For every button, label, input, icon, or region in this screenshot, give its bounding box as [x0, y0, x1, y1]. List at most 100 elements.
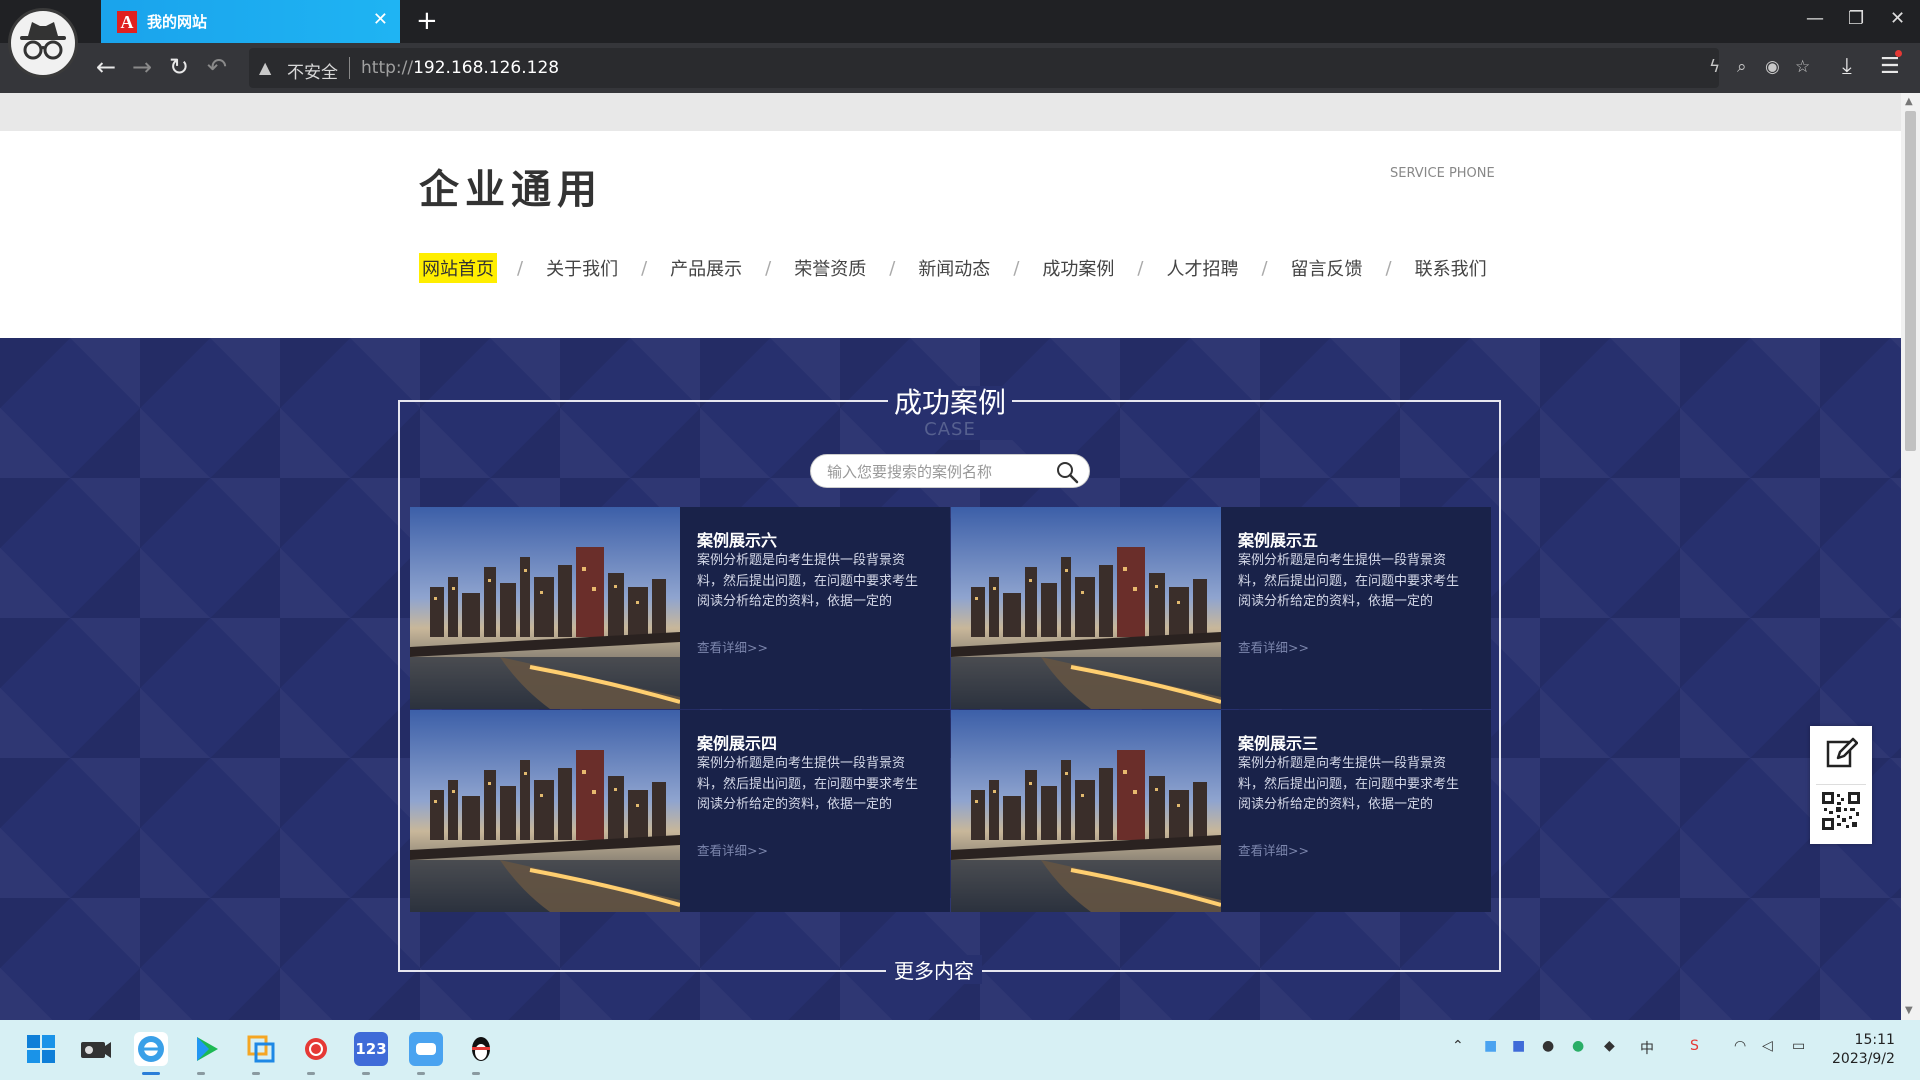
- nav-item-honors[interactable]: 荣誉资质: [791, 253, 869, 283]
- app-indicator: [417, 1072, 425, 1075]
- more-content-link[interactable]: 更多内容: [894, 959, 974, 983]
- tab-title: 我的网站: [147, 13, 208, 31]
- nav-separator: /: [517, 257, 524, 279]
- nav-separator: /: [1137, 257, 1144, 279]
- case-card[interactable]: 案例展示四 案例分析题是向考生提供一段背景资料，然后提出问题，在问题中要求考生阅…: [410, 710, 950, 912]
- scroll-up-icon[interactable]: ▲: [1905, 96, 1913, 107]
- search-icon[interactable]: [1055, 460, 1079, 484]
- qr-code-icon[interactable]: [1822, 792, 1860, 830]
- nav-item-jobs[interactable]: 人才招聘: [1163, 253, 1241, 283]
- new-tab-button[interactable]: +: [416, 6, 438, 36]
- top-strip: [0, 93, 1901, 131]
- browser-tab[interactable]: A 我的网站 ✕: [101, 0, 400, 43]
- nav-item-feedback[interactable]: 留言反馈: [1288, 253, 1366, 283]
- nav-separator: /: [1261, 257, 1268, 279]
- case-search-box: [810, 454, 1090, 488]
- nav-item-about[interactable]: 关于我们: [543, 253, 621, 283]
- case-description: 案例分析题是向考生提供一段背景资料，然后提出问题，在问题中要求考生阅读分析给定的…: [1238, 756, 1460, 812]
- nav-item-news[interactable]: 新闻动态: [915, 253, 993, 283]
- restore-button[interactable]: ❐: [1848, 8, 1864, 29]
- case-title-text[interactable]: 案例展示五: [1238, 527, 1318, 551]
- battery-icon[interactable]: ▭: [1792, 1038, 1805, 1054]
- url-host: 192.168.126.128: [413, 58, 560, 78]
- download-icon[interactable]: ⤓: [1842, 54, 1852, 79]
- clock-time: 15:11: [1854, 1032, 1895, 1048]
- snail-app-icon[interactable]: [299, 1032, 333, 1066]
- lightning-icon[interactable]: ϟ: [1709, 57, 1720, 77]
- browser-app-icon[interactable]: [134, 1032, 168, 1066]
- tray-qq-icon[interactable]: ◆: [1604, 1038, 1615, 1054]
- service-phone-label: SERVICE PHONE: [1390, 166, 1495, 181]
- tray-cloud-icon[interactable]: ■: [1484, 1038, 1497, 1054]
- case-more-link[interactable]: 查看详细>>: [697, 637, 768, 656]
- case-search-input[interactable]: [827, 462, 1047, 482]
- reload-button[interactable]: ↻: [169, 54, 189, 80]
- url-text[interactable]: http://192.168.126.128: [361, 58, 559, 78]
- case-title-text[interactable]: 案例展示三: [1238, 730, 1318, 754]
- scroll-down-icon[interactable]: ▼: [1905, 1005, 1913, 1016]
- tray-overflow-icon[interactable]: ⌃: [1452, 1038, 1464, 1054]
- case-more-link[interactable]: 查看详细>>: [697, 840, 768, 859]
- back-button[interactable]: ←: [96, 54, 116, 80]
- case-thumbnail[interactable]: [410, 507, 680, 709]
- media-player-icon[interactable]: [189, 1032, 223, 1066]
- tab-close-icon[interactable]: ✕: [373, 9, 388, 30]
- case-title: 成功案例: [893, 386, 1006, 419]
- app-indicator: [197, 1072, 205, 1075]
- browser-titlebar: A 我的网站 ✕ + — ❐ ✕: [0, 0, 1920, 43]
- tray-wechat-icon[interactable]: ●: [1572, 1038, 1584, 1054]
- forward-button[interactable]: →: [132, 54, 152, 80]
- windows-start-icon[interactable]: [24, 1032, 58, 1066]
- case-title-text[interactable]: 案例展示四: [697, 730, 777, 754]
- camera-app-icon[interactable]: [79, 1032, 113, 1066]
- clock-date: 2023/9/2: [1832, 1051, 1895, 1067]
- site-logo[interactable]: 企业通用: [419, 157, 603, 215]
- nav-item-products[interactable]: 产品展示: [667, 253, 745, 283]
- ime-indicator[interactable]: 中: [1640, 1038, 1654, 1058]
- zoom-icon[interactable]: ⌕: [1737, 57, 1747, 77]
- tray-app-icon[interactable]: ●: [1542, 1038, 1554, 1054]
- tray-sogou-icon[interactable]: S: [1690, 1038, 1699, 1054]
- tray-123-icon[interactable]: ■: [1512, 1038, 1525, 1054]
- nav-separator: /: [1385, 257, 1392, 279]
- page-viewport: 企业通用 SERVICE PHONE 网站首页 / 关于我们 / 产品展示 / …: [0, 93, 1901, 1020]
- case-frame: 成功案例 CASE 输入您要搜索的案例名称 案例展示六 案例分析题是向考生提供一…: [398, 386, 1501, 984]
- system-clock[interactable]: 15:11 2023/9/2: [1832, 1031, 1895, 1069]
- case-more-link[interactable]: 查看详细>>: [1238, 840, 1309, 859]
- url-scheme: http://: [361, 58, 414, 78]
- case-card[interactable]: 案例展示六 案例分析题是向考生提供一段背景资料，然后提出问题，在问题中要求考生阅…: [410, 507, 950, 709]
- browser-toolbar: ← → ↻ ↶ ▲ 不安全 http://192.168.126.128 ϟ ⌕…: [0, 43, 1920, 93]
- remote-desktop-icon[interactable]: [244, 1032, 278, 1066]
- case-card[interactable]: 案例展示五 案例分析题是向考生提供一段背景资料，然后提出问题，在问题中要求考生阅…: [951, 507, 1491, 709]
- case-thumbnail[interactable]: [951, 507, 1221, 709]
- edit-icon[interactable]: [1824, 736, 1858, 770]
- hide-eye-icon[interactable]: ◉: [1765, 57, 1780, 77]
- page-scrollbar[interactable]: ▲ ▼: [1901, 93, 1920, 1020]
- floating-widget: [1810, 726, 1872, 844]
- menu-icon[interactable]: ☰: [1880, 54, 1900, 79]
- case-thumbnail[interactable]: [951, 710, 1221, 912]
- case-title-text[interactable]: 案例展示六: [697, 527, 777, 551]
- incognito-avatar-icon[interactable]: [8, 8, 78, 78]
- wifi-icon[interactable]: ◠: [1734, 1038, 1746, 1054]
- case-thumbnail[interactable]: [410, 710, 680, 912]
- case-more-link[interactable]: 查看详细>>: [1238, 637, 1309, 656]
- bookmark-star-icon[interactable]: ☆: [1795, 57, 1810, 77]
- nav-item-contact[interactable]: 联系我们: [1412, 253, 1490, 283]
- scrollbar-thumb[interactable]: [1905, 111, 1916, 451]
- site-favicon-icon: A: [117, 10, 137, 33]
- nav-item-home[interactable]: 网站首页: [419, 253, 497, 283]
- case-description: 案例分析题是向考生提供一段背景资料，然后提出问题，在问题中要求考生阅读分析给定的…: [1238, 553, 1460, 609]
- app-123-icon[interactable]: 123: [354, 1032, 388, 1066]
- address-bar[interactable]: ▲ 不安全 http://192.168.126.128 ϟ ⌕ ◉ ☆: [249, 48, 1810, 88]
- close-window-button[interactable]: ✕: [1890, 8, 1905, 29]
- qq-penguin-icon[interactable]: [464, 1032, 498, 1066]
- case-grid: 案例展示六 案例分析题是向考生提供一段背景资料，然后提出问题，在问题中要求考生阅…: [410, 507, 1491, 913]
- app-indicator: [362, 1072, 370, 1075]
- case-card[interactable]: 案例展示三 案例分析题是向考生提供一段背景资料，然后提出问题，在问题中要求考生阅…: [951, 710, 1491, 912]
- nav-item-cases[interactable]: 成功案例: [1039, 253, 1117, 283]
- undo-close-button[interactable]: ↶: [207, 54, 227, 80]
- volume-icon[interactable]: ◁: [1762, 1038, 1773, 1054]
- cloud-drive-icon[interactable]: [409, 1032, 443, 1066]
- minimize-button[interactable]: —: [1806, 8, 1824, 29]
